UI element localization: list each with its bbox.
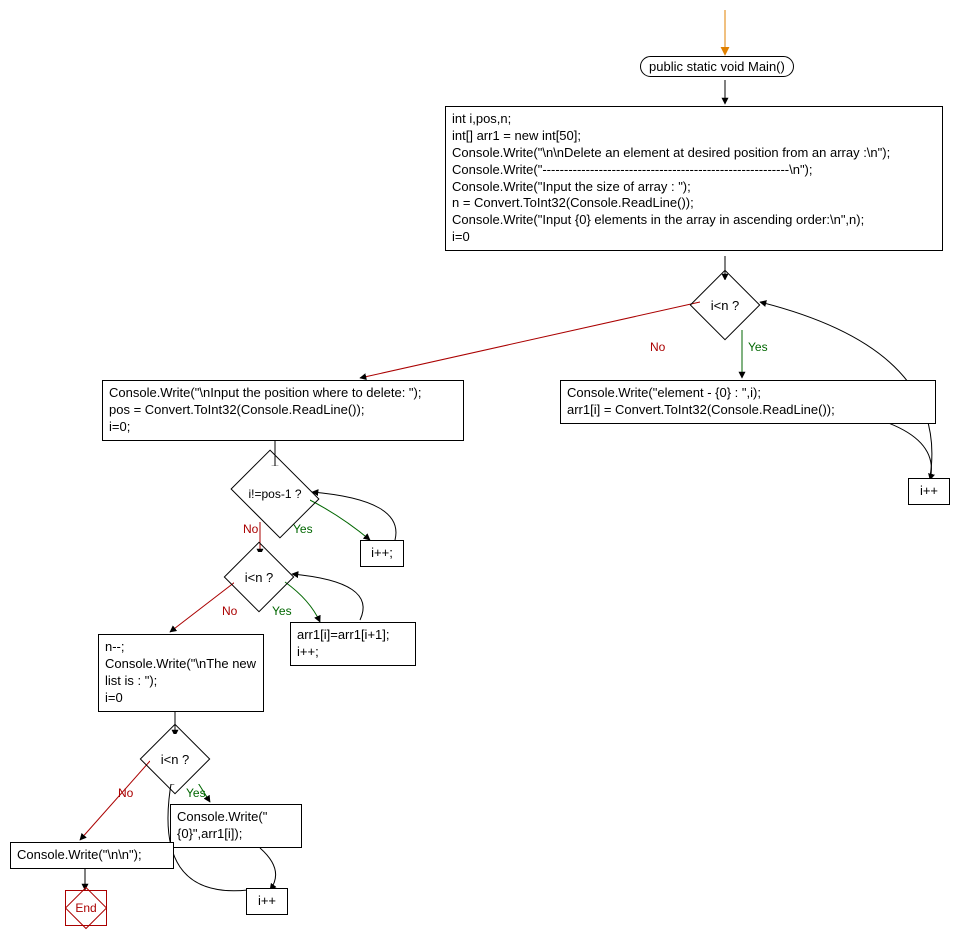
start-terminator: public static void Main() (640, 56, 794, 77)
print-item-block: Console.Write(" {0}",arr1[i]); (170, 804, 302, 848)
init-block: int i,pos,n; int[] arr1 = new int[50]; C… (445, 106, 943, 251)
edge-label-no: No (650, 340, 665, 354)
decision-i-lt-n-1: i<n ? (700, 280, 750, 330)
edge-label-no: No (222, 604, 237, 618)
decision-i-lt-n-3: i<n ? (150, 734, 200, 784)
final-write-block: Console.Write("\n\n"); (10, 842, 174, 869)
increment-block-1: i++ (908, 478, 950, 505)
decision-i-lt-n-2: i<n ? (234, 552, 284, 602)
edge-label-yes: Yes (748, 340, 768, 354)
shift-block: arr1[i]=arr1[i+1]; i++; (290, 622, 416, 666)
edge-label-no: No (243, 522, 258, 536)
newlist-block: n--; Console.Write("\nThe new list is : … (98, 634, 264, 712)
end-terminator: End (65, 890, 107, 926)
edge-label-no: No (118, 786, 133, 800)
increment-block-3: i++ (246, 888, 288, 915)
pos-input-block: Console.Write("\nInput the position wher… (102, 380, 464, 441)
decision-not-pos: i!=pos-1 ? (240, 466, 310, 522)
edge-label-yes: Yes (293, 522, 313, 536)
edge-label-yes: Yes (272, 604, 292, 618)
edge-label-yes: Yes (186, 786, 206, 800)
increment-block-2: i++; (360, 540, 404, 567)
loop1-body-block: Console.Write("element - {0} : ",i); arr… (560, 380, 936, 424)
main-label: public static void Main() (649, 59, 785, 74)
